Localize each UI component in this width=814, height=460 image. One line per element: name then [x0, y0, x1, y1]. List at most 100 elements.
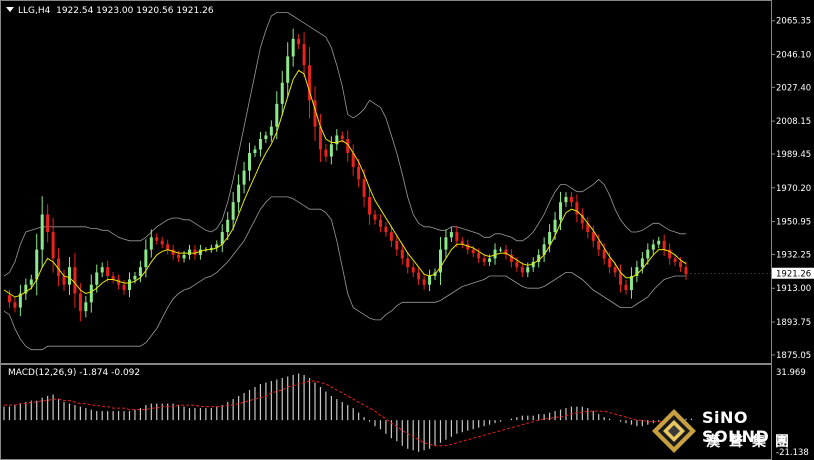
candle-body	[182, 254, 186, 259]
candle-body	[553, 219, 557, 233]
macd-signal-value: -0.092	[111, 368, 141, 378]
candle-body	[526, 267, 530, 273]
price-chart: 2065.35 2046.10 2027.40 2008.15 1989.45 1970.…	[0, 0, 814, 460]
price-tick-label: 2027.40	[776, 83, 811, 93]
candle-body	[422, 279, 426, 285]
candle-body	[51, 232, 55, 259]
candle-body	[62, 275, 66, 285]
price-axis: 2065.35 2046.10 2027.40 2008.15 1989.45 1970.…	[690, 17, 814, 361]
candle-body	[493, 249, 497, 259]
candle-body	[368, 196, 372, 215]
current-price-label: 1921.26	[776, 270, 811, 280]
candle-body	[193, 249, 197, 255]
candle-body	[166, 244, 170, 250]
candle-body	[608, 258, 612, 268]
candle-body	[515, 261, 519, 268]
candle-body	[29, 279, 33, 285]
candle-body	[127, 279, 131, 290]
price-tick-label: 2065.35	[776, 17, 811, 27]
macd-tick-label: 31.969	[776, 368, 806, 378]
candle-body	[242, 170, 246, 185]
candle-body	[657, 240, 661, 245]
candle-body	[449, 232, 453, 238]
candle-body	[466, 244, 470, 250]
candle-body	[291, 38, 295, 57]
candle-body	[13, 302, 17, 308]
candle-body	[67, 267, 71, 285]
candle-body	[149, 237, 153, 250]
candle-body	[548, 232, 552, 245]
symbol-header: LLG,H4 1922.54 1923.00 1920.56 1921.26	[6, 6, 214, 16]
candle-body	[646, 249, 650, 259]
candle-body	[329, 144, 333, 157]
candle-body	[258, 138, 262, 150]
band-upper-line	[3, 12, 686, 277]
candle-body	[477, 253, 481, 259]
candle-body	[373, 214, 377, 220]
symbol-label: LLG,H4	[18, 6, 51, 16]
price-tick-label: 2008.15	[776, 117, 811, 127]
collapse-triangle-icon[interactable]	[6, 7, 14, 12]
candle-body	[591, 232, 595, 241]
candle-body	[602, 249, 606, 259]
candle-body	[378, 219, 382, 227]
candle-body	[237, 184, 241, 203]
candle-body	[559, 202, 563, 220]
candle-body	[651, 244, 655, 250]
ohlc-values: 1922.54 1923.00 1920.56 1921.26	[56, 6, 214, 16]
candle-body	[40, 214, 44, 250]
candle-body	[7, 295, 11, 303]
candle-body	[340, 135, 344, 139]
candle-body	[122, 284, 126, 290]
candle-body	[89, 284, 93, 303]
candle-body	[286, 56, 290, 83]
candle-body	[111, 275, 115, 280]
candle-body	[117, 279, 121, 285]
moving-average	[3, 69, 687, 298]
sino-sound-logo: SiNO SOUND 漢聲集團	[650, 405, 810, 457]
candle-body	[264, 135, 268, 139]
candle-body	[253, 149, 257, 154]
candle-body	[679, 261, 683, 268]
candle-body	[569, 196, 573, 203]
candle-body	[613, 267, 617, 273]
price-tick-label: 1875.05	[776, 351, 811, 361]
candle-body	[160, 240, 164, 245]
candle-body	[248, 153, 252, 171]
candle-body	[520, 267, 524, 273]
candle-body	[406, 258, 410, 268]
candle-body	[177, 254, 181, 259]
candle-body	[144, 249, 148, 268]
candle-body	[673, 258, 677, 262]
macd-label: MACD(12,26,9)	[8, 368, 77, 378]
price-tick-label: 1950.95	[776, 218, 811, 228]
macd-header: MACD(12,26,9) -1.874 -0.092	[8, 368, 140, 378]
candle-body	[444, 237, 448, 250]
candle-body	[357, 167, 361, 180]
price-tick-label: 2046.10	[776, 51, 811, 61]
candle-body	[597, 240, 601, 250]
candle-body	[297, 38, 301, 45]
candle-body	[455, 232, 459, 241]
candle-body	[417, 272, 421, 280]
candle-body	[624, 284, 628, 290]
candlesticks	[7, 28, 688, 322]
price-tick-label: 1989.45	[776, 150, 811, 160]
price-tick-label: 1913.00	[776, 284, 811, 294]
price-tick-label: 1970.20	[776, 184, 811, 194]
candle-body	[411, 267, 415, 273]
bollinger-bands	[3, 12, 686, 351]
price-tick-label: 1932.25	[776, 250, 811, 260]
candle-body	[155, 237, 159, 241]
candle-body	[138, 267, 142, 276]
candle-body	[362, 179, 366, 197]
candle-body	[275, 103, 279, 127]
candle-body	[482, 258, 486, 262]
candle-body	[100, 267, 104, 273]
candle-body	[73, 267, 77, 294]
candle-body	[662, 240, 666, 250]
candle-body	[471, 249, 475, 254]
candle-body	[395, 240, 399, 250]
main-panel-frame	[0, 0, 772, 364]
ma-line	[3, 69, 687, 298]
